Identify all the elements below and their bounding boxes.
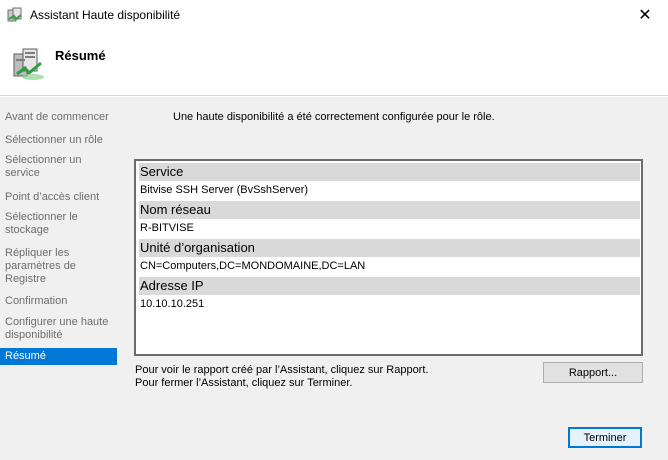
sidebar-step-selectionner-role: Sélectionner un rôle	[5, 134, 103, 146]
sidebar-step-avant-de-commencer: Avant de commencer	[5, 111, 109, 123]
close-icon: ✕	[638, 7, 652, 24]
sidebar-step-selectionner-stockage: Sélectionner le stockage	[5, 211, 78, 236]
page-title: Résumé	[55, 48, 106, 63]
summary-panel[interactable]: Service Bitvise SSH Server (BvSshServer)…	[134, 159, 643, 356]
report-button[interactable]: Rapport...	[543, 362, 643, 383]
wizard-summary-icon	[13, 48, 44, 80]
summary-value-unite-organisation: CN=Computers,DC=MONDOMAINE,DC=LAN	[140, 260, 366, 272]
sidebar-step-repliquer-registre: Répliquer les paramètres de Registre	[5, 247, 76, 285]
finish-button[interactable]: Terminer	[568, 427, 642, 448]
close-button[interactable]: ✕	[622, 0, 668, 30]
close-hint: Pour fermer l’Assistant, cliquez sur Ter…	[135, 377, 353, 389]
window-title: Assistant Haute disponibilité	[30, 8, 181, 22]
sidebar-step-resume: Résumé	[0, 348, 117, 365]
summary-header-adresse-ip: Adresse IP	[139, 277, 640, 295]
summary-value-service: Bitvise SSH Server (BvSshServer)	[140, 184, 309, 196]
report-hint: Pour voir le rapport créé par l’Assistan…	[135, 364, 429, 376]
summary-header-nom-reseau: Nom réseau	[139, 201, 640, 219]
sidebar-step-confirmation: Confirmation	[5, 295, 68, 307]
sidebar-step-selectionner-service: Sélectionner un service	[5, 154, 82, 179]
title-bar: Assistant Haute disponibilité ✕	[0, 0, 668, 30]
summary-value-nom-reseau: R-BITVISE	[140, 222, 194, 234]
summary-header-service: Service	[139, 163, 640, 181]
failover-cluster-icon	[7, 7, 22, 22]
success-message: Une haute disponibilité a été correcteme…	[173, 111, 495, 123]
sidebar-step-configurer-haute-disponibilite: Configurer une haute disponibilité	[5, 316, 109, 341]
wizard-steps-sidebar: Avant de commencer Sélectionner un rôle …	[0, 97, 120, 460]
sidebar-step-point-acces-client: Point d’accès client	[5, 191, 100, 203]
wizard-header: Résumé	[0, 30, 668, 96]
summary-value-adresse-ip: 10.10.10.251	[140, 298, 205, 310]
wizard-content: Une haute disponibilité a été correcteme…	[120, 97, 668, 460]
summary-header-unite-organisation: Unité d’organisation	[139, 239, 640, 257]
